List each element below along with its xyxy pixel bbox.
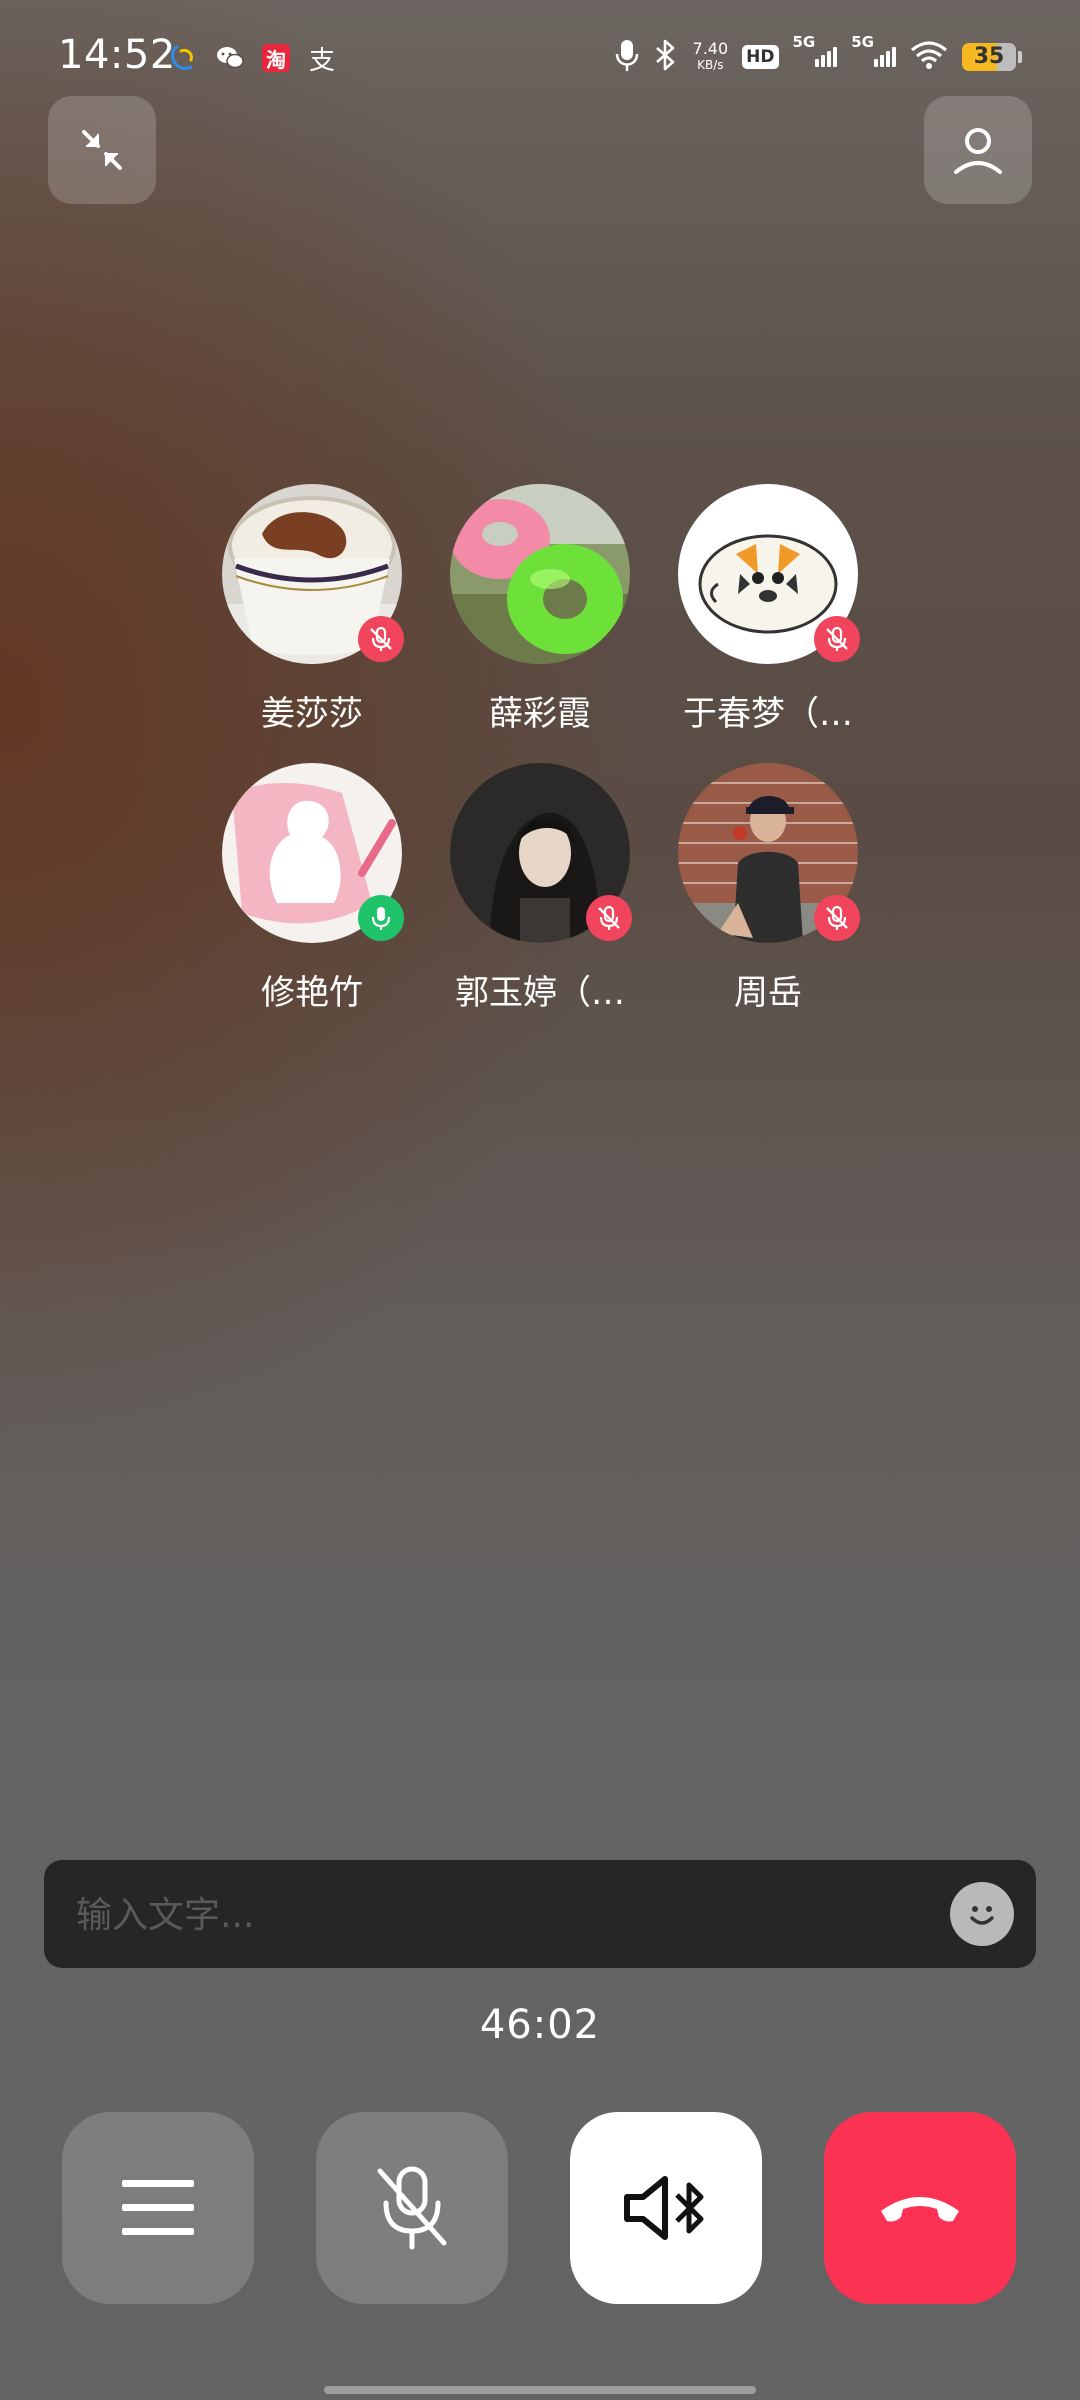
mic-off-icon (377, 2166, 447, 2250)
minimize-arrows-icon (82, 130, 122, 170)
participant-name: 郭玉婷（… (455, 973, 625, 1013)
participant-row: 姜莎莎 薛彩霞 于春梦（… (0, 484, 1080, 735)
signal-5g-1-label: 5G (792, 33, 816, 51)
participant-tile[interactable]: 修艳竹 (222, 763, 404, 1014)
mic-off-icon (826, 626, 848, 651)
call-controls (62, 2112, 1018, 2304)
person-icon (954, 128, 1002, 174)
bluetooth-icon (653, 38, 679, 76)
participant-tile[interactable]: 周岳 (678, 763, 860, 1014)
participant-grid: 姜莎莎 薛彩霞 于春梦（… 修艳竹 郭玉婷（… 周岳 (0, 484, 1080, 1042)
participant-name: 于春梦（… (683, 694, 853, 734)
chat-bubble-app-icon (168, 42, 200, 74)
participant-row: 修艳竹 郭玉婷（… 周岳 (0, 763, 1080, 1014)
mic-on-icon (371, 907, 391, 930)
hang-up-icon (881, 2197, 959, 2222)
mic-on-badge (358, 895, 404, 941)
taobao-icon-letter: 淘 (266, 47, 286, 72)
mic-off-icon (826, 905, 848, 930)
home-indicator[interactable] (324, 2386, 756, 2394)
menu-button[interactable] (62, 2112, 254, 2304)
hd-badge: HD (742, 45, 779, 69)
signal-5g-2: 5G (851, 33, 896, 67)
mic-off-icon (370, 626, 392, 651)
message-bar (44, 1860, 1036, 1970)
participant-name: 周岳 (734, 973, 802, 1013)
wifi-icon (910, 40, 948, 74)
mic-off-icon (598, 905, 620, 930)
participant-tile[interactable]: 薛彩霞 (450, 484, 630, 735)
taobao-icon: 淘 (260, 42, 292, 74)
network-speed: 7.40 KB/s (693, 41, 729, 73)
battery-tip (1018, 51, 1022, 63)
mic-muted-badge (814, 616, 860, 662)
notification-icons: 淘 支 (168, 38, 338, 78)
participant-name: 修艳竹 (261, 973, 363, 1013)
avatar (678, 484, 860, 664)
status-bar: 14:52 淘 支 7.40 KB/s HD 5G 5G 35 (0, 0, 1080, 112)
avatar (450, 484, 630, 664)
avatar (222, 484, 404, 664)
minimize-call-button[interactable] (48, 96, 156, 204)
mic-muted-badge (814, 895, 860, 941)
menu-icon (122, 2180, 194, 2235)
battery-indicator: 35 (962, 43, 1016, 71)
microphone-icon (615, 38, 639, 76)
mute-button[interactable] (316, 2112, 508, 2304)
avatar (450, 763, 632, 943)
mic-muted-badge (586, 895, 632, 941)
speaker-button[interactable] (570, 2112, 762, 2304)
add-member-button[interactable] (924, 96, 1032, 204)
hang-up-button[interactable] (824, 2112, 1016, 2304)
alipay-icon: 支 (306, 42, 338, 76)
network-speed-unit: KB/s (697, 58, 724, 72)
participant-tile[interactable]: 姜莎莎 (222, 484, 404, 735)
alipay-icon-letter: 支 (308, 45, 335, 76)
call-duration: 46:02 (479, 2002, 601, 2048)
network-speed-value: 7.40 (692, 39, 729, 58)
participant-tile[interactable]: 于春梦（… (678, 484, 860, 735)
avatar (222, 763, 404, 943)
battery-level: 35 (973, 44, 1005, 69)
mic-muted-badge (358, 616, 404, 662)
signal-5g-2-label: 5G (851, 33, 874, 51)
message-input[interactable] (74, 1860, 958, 1970)
smiley-icon (970, 1906, 994, 1925)
avatar (678, 763, 860, 943)
signal-5g-1: 5G (793, 33, 838, 67)
emoji-button[interactable] (950, 1882, 1014, 1946)
participant-name: 薛彩霞 (489, 694, 591, 734)
status-time: 14:52 (58, 32, 176, 78)
wechat-icon (214, 42, 246, 74)
participant-tile[interactable]: 郭玉婷（… (450, 763, 632, 1014)
speaker-bluetooth-icon (624, 2176, 704, 2240)
system-status: 7.40 KB/s HD 5G 5G 35 (615, 33, 1022, 78)
participant-name: 姜莎莎 (261, 694, 363, 734)
